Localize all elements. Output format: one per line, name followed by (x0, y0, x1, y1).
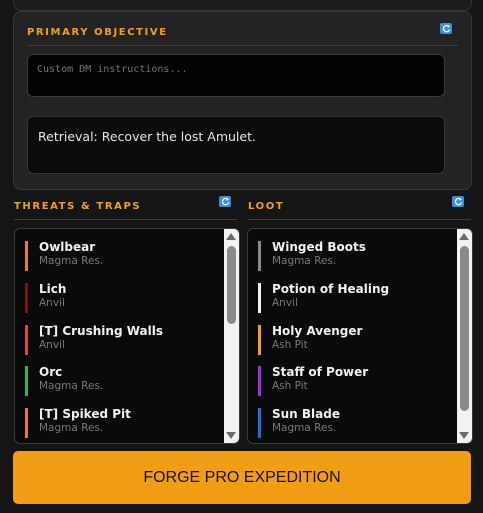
threat-name: Owlbear (39, 240, 96, 254)
threat-location: Anvil (39, 339, 65, 351)
primary-objective-panel: PRIMARY OBJECTIVE Retrieval: Recover the… (13, 11, 472, 190)
previous-panel-edge (13, 0, 472, 11)
scroll-thumb[interactable] (227, 246, 236, 324)
threat-location: Magma Res. (39, 255, 104, 267)
loot-name: Holy Avenger (272, 324, 363, 338)
loot-location: Ash Pit (272, 380, 308, 392)
threat-color-bar (25, 408, 28, 438)
objective-divider (27, 45, 458, 46)
threats-title: THREATS & TRAPS (14, 201, 142, 212)
threat-color-bar (25, 366, 28, 396)
loot-name: Staff of Power (272, 365, 369, 379)
loot-color-bar (258, 283, 261, 313)
loot-name: Winged Boots (272, 240, 366, 254)
primary-objective-title: PRIMARY OBJECTIVE (27, 27, 168, 38)
loot-refresh-icon[interactable] (452, 196, 464, 207)
threat-name: Orc (39, 365, 63, 379)
loot-title: LOOT (248, 201, 285, 212)
loot-location: Magma Res. (272, 255, 337, 267)
scroll-up-arrow-icon[interactable] (226, 233, 236, 240)
threats-scrollbar[interactable] (224, 229, 239, 443)
threat-location: Magma Res. (39, 422, 104, 434)
loot-location: Ash Pit (272, 339, 308, 351)
threats-list[interactable]: Owlbear Magma Res. Lich Anvil [T] Crushi… (14, 228, 240, 444)
threat-color-bar (25, 283, 28, 313)
threats-refresh-icon[interactable] (219, 196, 231, 207)
loot-location: Magma Res. (272, 422, 337, 434)
objective-text-box: Retrieval: Recover the lost Amulet. (27, 116, 445, 174)
loot-scrollbar[interactable] (457, 229, 472, 443)
threat-name: [T] Crushing Walls (39, 324, 163, 338)
loot-name: Potion of Healing (272, 282, 390, 296)
loot-list[interactable]: Winged Boots Magma Res. Potion of Healin… (247, 228, 473, 444)
loot-divider (248, 219, 471, 220)
threat-color-bar (25, 241, 28, 271)
scroll-down-arrow-icon[interactable] (459, 432, 469, 439)
threat-location: Magma Res. (39, 380, 104, 392)
forge-expedition-button[interactable]: FORGE PRO EXPEDITION (13, 451, 471, 504)
refresh-icon[interactable] (440, 23, 452, 34)
threat-location: Anvil (39, 297, 65, 309)
scroll-thumb[interactable] (460, 246, 469, 411)
loot-color-bar (258, 366, 261, 396)
threats-divider (14, 219, 237, 220)
scroll-up-arrow-icon[interactable] (459, 233, 469, 240)
objective-text: Retrieval: Recover the lost Amulet. (38, 129, 256, 144)
loot-color-bar (258, 408, 261, 438)
scroll-down-arrow-icon[interactable] (226, 432, 236, 439)
loot-location: Anvil (272, 297, 298, 309)
loot-color-bar (258, 241, 261, 271)
threat-color-bar (25, 325, 28, 355)
threat-name: Lich (39, 282, 67, 296)
loot-name: Sun Blade (272, 407, 340, 421)
custom-instructions-input[interactable] (27, 54, 445, 97)
loot-color-bar (258, 325, 261, 355)
threat-name: [T] Spiked Pit (39, 407, 131, 421)
